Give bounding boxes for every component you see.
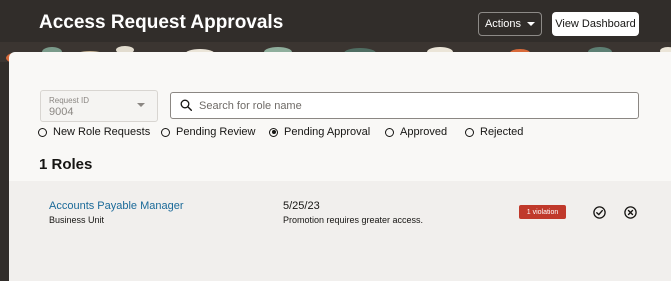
role-business-unit: Business Unit xyxy=(49,215,105,225)
results-panel xyxy=(9,181,671,281)
page-title: Access Request Approvals xyxy=(39,12,284,33)
view-dashboard-button[interactable]: View Dashboard xyxy=(552,12,639,36)
radio-button[interactable] xyxy=(161,127,170,137)
radio-new-role-requests[interactable]: New Role Requests xyxy=(38,126,150,138)
x-circle-icon[interactable] xyxy=(624,206,637,219)
results-count: 1 Roles xyxy=(39,156,93,173)
radio-label: Approved xyxy=(400,126,448,138)
search-input[interactable] xyxy=(199,97,629,115)
radio-button[interactable] xyxy=(385,127,394,137)
actions-menu-button[interactable]: Actions xyxy=(478,12,542,36)
check-circle-icon[interactable] xyxy=(593,206,606,219)
radio-label: New Role Requests xyxy=(53,126,151,138)
request-reason: Promotion requires greater access. xyxy=(283,215,424,225)
radio-button[interactable] xyxy=(38,127,47,137)
radio-label: Rejected xyxy=(480,126,524,138)
radio-label: Pending Review xyxy=(176,126,256,138)
radio-label: Pending Approval xyxy=(284,126,371,138)
actions-button-label: Actions xyxy=(484,18,522,30)
radio-approved[interactable]: Approved xyxy=(385,126,447,138)
chevron-down-icon xyxy=(137,103,145,107)
request-id-select[interactable]: Request ID 9004 xyxy=(40,90,158,122)
radio-pending-review[interactable]: Pending Review xyxy=(161,126,256,138)
request-id-value: 9004 xyxy=(49,106,74,118)
radio-button-selected[interactable] xyxy=(269,127,278,137)
request-date: 5/25/23 xyxy=(283,200,320,212)
violation-badge[interactable]: 1 violation xyxy=(519,205,566,219)
request-id-label: Request ID xyxy=(49,96,90,105)
radio-rejected[interactable]: Rejected xyxy=(465,126,523,138)
search-box[interactable] xyxy=(170,92,639,119)
chevron-down-icon xyxy=(527,22,536,26)
status-filter-group: New Role Requests Pending Review Pending… xyxy=(38,126,638,140)
radio-button[interactable] xyxy=(465,127,474,137)
role-name-link[interactable]: Accounts Payable Manager xyxy=(49,200,184,212)
search-icon xyxy=(180,99,192,111)
radio-pending-approval[interactable]: Pending Approval xyxy=(269,126,370,138)
